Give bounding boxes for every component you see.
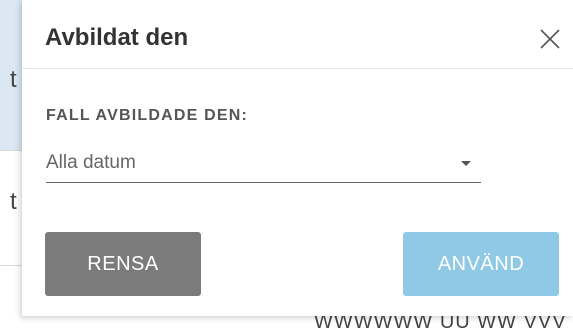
row-divider xyxy=(0,150,22,151)
date-filter-popup: Avbildat den FALL AVBILDADE DEN: Alla da… xyxy=(22,0,573,316)
popup-header: Avbildat den xyxy=(22,0,573,69)
clear-button[interactable]: RENSA xyxy=(45,232,201,296)
close-button[interactable] xyxy=(538,27,562,51)
background-text-fragment: t xyxy=(10,188,17,215)
row-divider xyxy=(0,265,22,266)
apply-button[interactable]: ANVÄND xyxy=(403,232,559,296)
background-text-fragment: t xyxy=(10,66,17,93)
date-select-value: Alla datum xyxy=(46,152,136,173)
popup-title: Avbildat den xyxy=(45,24,189,51)
close-x-icon xyxy=(540,29,560,49)
date-select[interactable]: Alla datum xyxy=(46,146,481,183)
caret-down-icon xyxy=(461,161,471,166)
date-field-label: FALL AVBILDADE DEN: xyxy=(46,107,249,124)
